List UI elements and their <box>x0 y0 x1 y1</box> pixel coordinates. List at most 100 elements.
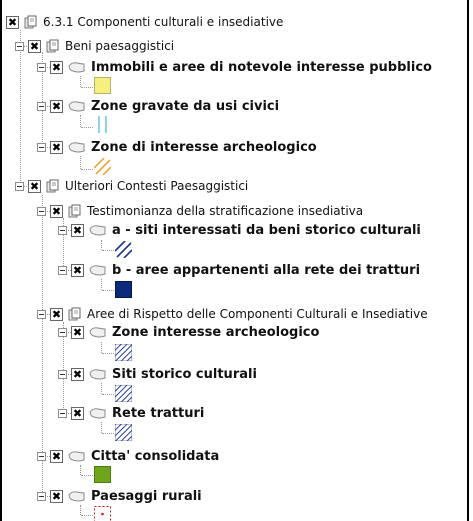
collapse-minus-icon[interactable] <box>37 62 46 72</box>
symbol-connector <box>81 475 93 476</box>
cross-check-icon[interactable]: ✖ <box>28 39 41 53</box>
polygon-layer-icon <box>89 225 106 236</box>
tree-item-aree-tratturi[interactable]: ✖ b - aree appartenenti alla rete dei tr… <box>58 260 420 280</box>
symbol-connector <box>102 433 114 434</box>
collapse-minus-icon[interactable] <box>15 181 24 191</box>
cross-check-icon[interactable]: ✖ <box>28 179 41 193</box>
group-icon <box>68 204 81 218</box>
layer-label: Zone di interesse archeologico <box>91 139 317 155</box>
symbol-connector <box>80 465 81 475</box>
polygon-layer-icon <box>68 142 85 153</box>
layers-panel: ✖ 6.3.1 Componenti culturali e insediati… <box>0 0 469 521</box>
legend-symbol-zone-interesse <box>115 344 132 361</box>
symbol-connector <box>102 290 114 291</box>
collapse-minus-icon[interactable] <box>58 327 67 337</box>
legend-symbol-paesaggi <box>94 506 111 521</box>
group-label: 6.3.1 Componenti culturali e insediative <box>43 15 284 29</box>
polygon-layer-icon <box>89 408 106 419</box>
cross-check-icon[interactable]: ✖ <box>50 307 63 321</box>
cross-check-icon[interactable]: ✖ <box>71 406 84 420</box>
collapse-minus-icon[interactable] <box>58 265 67 275</box>
cross-check-icon[interactable]: ✖ <box>71 367 84 381</box>
cross-check-icon[interactable]: ✖ <box>6 15 19 29</box>
symbol-connector <box>102 250 114 251</box>
cross-check-icon[interactable]: ✖ <box>50 449 63 463</box>
polygon-layer-icon <box>68 101 85 112</box>
group-icon <box>46 179 59 193</box>
tree-item-ulteriori-contesti[interactable]: ✖ Ulteriori Contesti Paesaggistici <box>15 176 248 196</box>
collapse-minus-icon[interactable] <box>37 206 46 216</box>
tree-item-siti-interessati[interactable]: ✖ a - siti interessati da beni storico c… <box>58 220 421 240</box>
collapse-minus-icon[interactable] <box>37 491 46 501</box>
symbol-connector <box>101 422 102 433</box>
cross-check-icon[interactable]: ✖ <box>50 204 63 218</box>
cross-check-icon[interactable]: ✖ <box>71 263 84 277</box>
legend-symbol-siti-storico <box>115 385 132 402</box>
symbol-connector <box>80 156 81 169</box>
tree-item-zone-archeologico[interactable]: ✖ Zone di interesse archeologico <box>37 137 317 157</box>
polygon-layer-icon <box>68 491 85 502</box>
tree-item-siti-storico[interactable]: ✖ Siti storico culturali <box>58 364 257 384</box>
legend-symbol-archeologico <box>94 158 111 175</box>
tree-item-zone-interesse-archeologico[interactable]: ✖ Zone interesse archeologico <box>58 322 319 342</box>
collapse-minus-icon[interactable] <box>37 451 46 461</box>
group-label: Beni paesaggistici <box>65 39 175 53</box>
symbol-connector <box>81 169 93 170</box>
collapse-minus-icon[interactable] <box>37 309 46 319</box>
collapse-minus-icon[interactable] <box>58 408 67 418</box>
collapse-minus-icon[interactable] <box>58 225 67 235</box>
tree-item-immobili[interactable]: ✖ Immobili e aree di notevole interesse … <box>37 57 432 77</box>
tree-item-zone-usi-civici[interactable]: ✖ Zone gravate da usi civici <box>37 96 279 116</box>
tree-item-root-group[interactable]: ✖ 6.3.1 Componenti culturali e insediati… <box>6 12 283 32</box>
layer-label: Rete tratturi <box>112 405 205 421</box>
group-label: Aree di Rispetto delle Componenti Cultur… <box>87 307 428 321</box>
legend-symbol-immobili <box>94 77 111 94</box>
symbol-connector <box>101 240 102 250</box>
cross-check-icon[interactable]: ✖ <box>71 223 84 237</box>
polygon-layer-icon <box>89 327 106 338</box>
legend-symbol-citta <box>94 466 111 483</box>
tree-item-paesaggi-rurali[interactable]: ✖ Paesaggi rurali <box>37 486 202 506</box>
symbol-connector <box>102 394 114 395</box>
symbol-connector <box>101 279 102 290</box>
legend-symbol-aree-tratturi <box>115 281 132 298</box>
cross-check-icon[interactable]: ✖ <box>50 99 63 113</box>
layer-label: Citta' consolidata <box>91 448 220 464</box>
cross-check-icon[interactable]: ✖ <box>50 140 63 154</box>
cross-check-icon[interactable]: ✖ <box>50 489 63 503</box>
symbol-connector <box>80 76 81 87</box>
tree-item-beni-paesaggistici[interactable]: ✖ Beni paesaggistici <box>15 36 174 56</box>
polygon-layer-icon <box>68 451 85 462</box>
collapse-minus-icon[interactable] <box>37 142 46 152</box>
cross-check-icon[interactable]: ✖ <box>50 60 63 74</box>
legend-symbol-siti-interessati <box>115 241 132 258</box>
polygon-layer-icon <box>68 62 85 73</box>
group-label: Testimonianza della stratificazione inse… <box>87 204 364 218</box>
collapse-minus-icon[interactable] <box>58 369 67 379</box>
layer-label: Zone interesse archeologico <box>112 324 320 340</box>
layer-label: Zone gravate da usi civici <box>91 98 280 114</box>
legend-symbol-rete-tratturi <box>115 424 132 441</box>
polygon-layer-icon <box>89 369 106 380</box>
layer-label: Immobili e aree di notevole interesse pu… <box>91 59 432 75</box>
symbol-connector <box>81 515 93 516</box>
symbol-connector <box>101 383 102 394</box>
symbol-connector <box>80 505 81 515</box>
tree-item-rete-tratturi[interactable]: ✖ Rete tratturi <box>58 403 204 423</box>
layer-label: b - aree appartenenti alla rete dei trat… <box>112 262 421 278</box>
group-label: Ulteriori Contesti Paesaggistici <box>65 179 249 193</box>
layer-label: a - siti interessati da beni storico cul… <box>112 222 421 238</box>
group-icon <box>24 15 37 29</box>
polygon-layer-icon <box>89 265 106 276</box>
layer-label: Siti storico culturali <box>112 366 257 382</box>
collapse-minus-icon[interactable] <box>37 101 46 111</box>
tree-item-citta-consolidata[interactable]: ✖ Citta' consolidata <box>37 446 219 466</box>
tree-item-aree-rispetto[interactable]: ✖ Aree di Rispetto delle Componenti Cult… <box>37 304 428 324</box>
tree-item-testimonianza[interactable]: ✖ Testimonianza della stratificazione in… <box>37 201 363 221</box>
cross-check-icon[interactable]: ✖ <box>71 325 84 339</box>
collapse-minus-icon[interactable] <box>15 41 24 51</box>
symbol-connector <box>102 353 114 354</box>
legend-symbol-usi-civici <box>94 116 111 133</box>
symbol-connector <box>81 87 93 88</box>
symbol-connector <box>101 342 102 353</box>
